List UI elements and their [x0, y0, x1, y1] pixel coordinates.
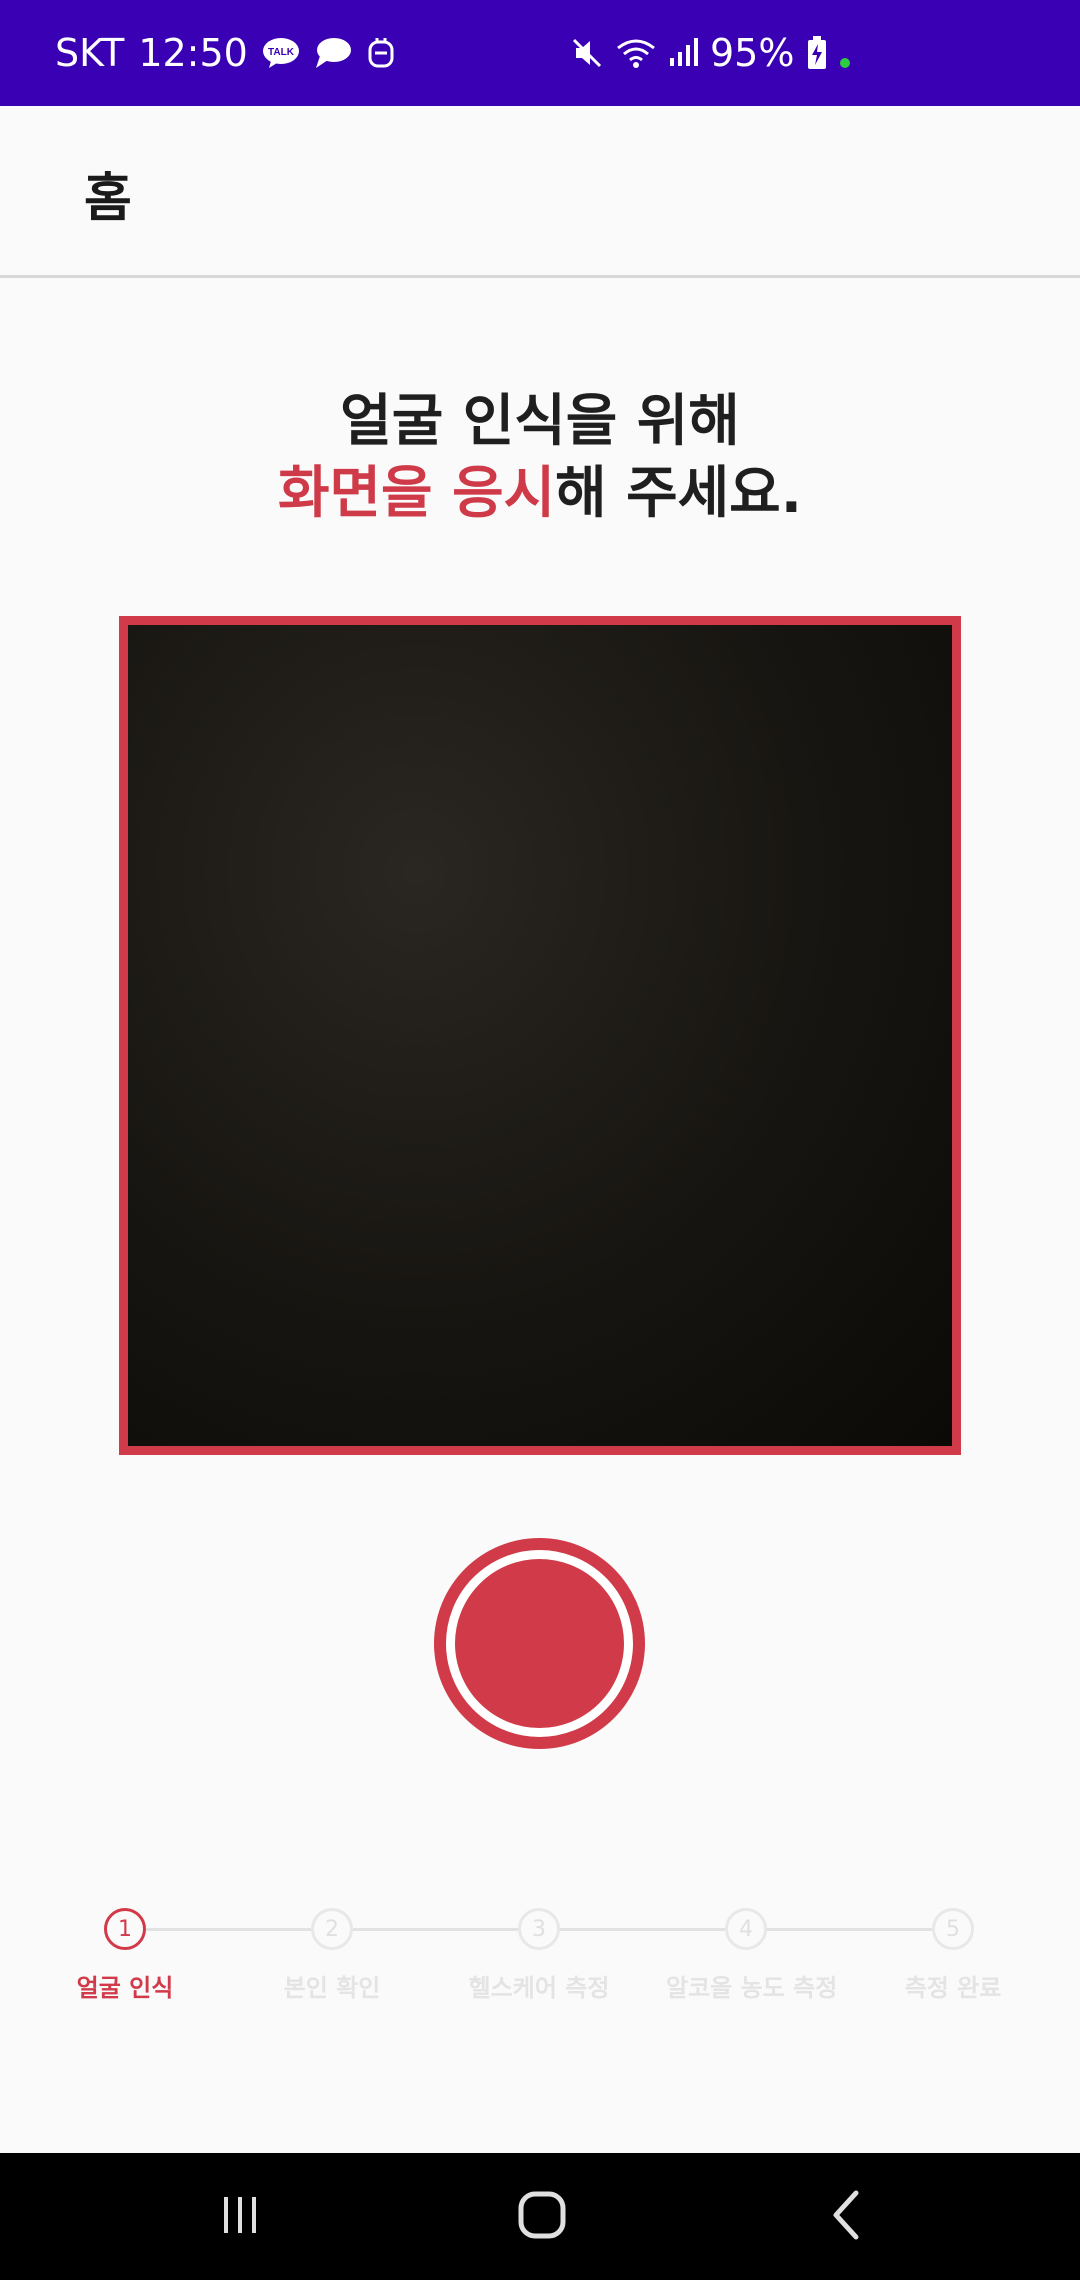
instruction-text: 얼굴 인식을 위해 화면을 응시해 주세요. — [0, 386, 1080, 530]
step-5: 5 측정 완료 — [873, 1908, 1033, 2003]
home-button[interactable] — [462, 2153, 622, 2280]
instruction-rest: 해 주세요. — [555, 461, 802, 526]
app-bar: 홈 — [0, 106, 1080, 278]
instruction-line-1: 얼굴 인식을 위해 — [340, 389, 740, 454]
step-1: 1 얼굴 인식 — [45, 1908, 205, 2003]
instruction-accent: 화면을 응시 — [278, 461, 556, 526]
kakaotalk-icon: TALK — [262, 37, 300, 69]
step-label: 측정 완료 — [904, 1974, 1002, 2002]
status-left: SKT 12:50 TALK — [55, 31, 396, 75]
clock-text: 12:50 — [138, 31, 248, 75]
instruction-line-2: 화면을 응시해 주세요. — [0, 458, 1080, 530]
step-4: 4 알코올 농도 측정 — [666, 1908, 838, 2003]
step-label: 알코올 농도 측정 — [666, 1974, 838, 2002]
mute-icon — [570, 36, 604, 70]
step-number: 3 — [518, 1908, 560, 1950]
battery-percent: 95% — [710, 31, 795, 75]
back-button[interactable] — [766, 2153, 926, 2280]
step-2: 2 본인 확인 — [252, 1908, 412, 2003]
progress-stepper: 1 얼굴 인식 2 본인 확인 3 헬스케어 측정 4 알코올 농도 측정 5 … — [0, 1900, 1080, 2020]
camera-preview — [119, 616, 961, 1455]
step-number: 5 — [932, 1908, 974, 1950]
page-title: 홈 — [84, 169, 132, 229]
battery-charging-icon — [806, 35, 828, 71]
capture-button-ring — [446, 1550, 633, 1737]
step-number: 4 — [725, 1908, 767, 1950]
recent-apps-icon — [216, 2191, 264, 2243]
status-bar: SKT 12:50 TALK 95% — [0, 0, 1080, 106]
capture-button[interactable] — [434, 1538, 645, 1749]
wifi-icon — [616, 36, 656, 70]
step-3: 3 헬스케어 측정 — [459, 1908, 619, 2003]
step-label: 얼굴 인식 — [76, 1974, 174, 2002]
recent-apps-button[interactable] — [160, 2153, 320, 2280]
svg-text:TALK: TALK — [268, 47, 295, 58]
carrier-text: SKT — [55, 31, 125, 75]
privacy-indicator-dot — [840, 58, 851, 68]
back-icon — [826, 2189, 866, 2245]
step-number: 2 — [311, 1908, 353, 1950]
step-number: 1 — [104, 1908, 146, 1950]
chat-bubble-icon — [314, 36, 352, 70]
step-label: 본인 확인 — [283, 1974, 381, 2002]
signal-icon — [668, 36, 698, 70]
step-label: 헬스케어 측정 — [468, 1974, 610, 2002]
home-icon — [516, 2189, 568, 2245]
app-icon — [366, 36, 396, 70]
status-right: 95% — [570, 0, 851, 106]
system-navigation-bar — [0, 2153, 1080, 2280]
